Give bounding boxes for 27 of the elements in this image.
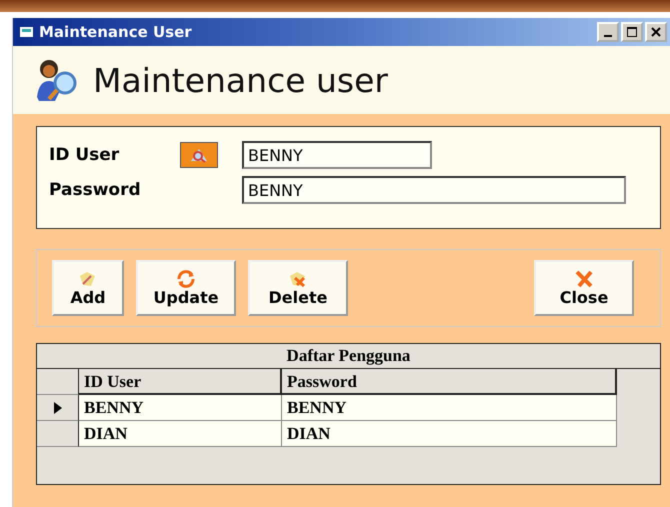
refresh-icon <box>175 270 197 288</box>
text-field[interactable]: BENNY <box>242 176 626 204</box>
toolbar-button[interactable]: Update <box>136 260 236 316</box>
toolbar-button[interactable]: Add <box>52 260 124 316</box>
maximize-icon <box>627 27 637 37</box>
field-label: ID User <box>49 145 120 165</box>
table-cell: DIAN <box>79 421 282 447</box>
minimize-button[interactable] <box>597 22 619 42</box>
table-cell: DIAN <box>282 421 617 447</box>
close-button[interactable] <box>645 22 667 42</box>
grid-caption: Daftar Pengguna <box>37 344 660 369</box>
close-icon <box>651 27 661 37</box>
text-field[interactable]: BENNY <box>242 141 432 169</box>
close-icon <box>573 270 595 288</box>
lookup-button[interactable] <box>180 142 218 168</box>
search-icon <box>188 147 210 163</box>
table-cell: BENNY <box>282 395 617 421</box>
window-title: Maintenance User <box>39 23 193 41</box>
toolbar-button[interactable]: Close <box>534 260 634 316</box>
field-label: Password <box>49 180 142 200</box>
current-row-icon <box>52 400 62 414</box>
minimize-icon <box>604 35 612 37</box>
table-cell: BENNY <box>79 395 282 421</box>
window-icon <box>19 25 35 39</box>
maximize-button[interactable] <box>621 22 643 42</box>
page-heading: Maintenance user <box>93 60 388 100</box>
toolbar-button[interactable]: Delete <box>248 260 348 316</box>
